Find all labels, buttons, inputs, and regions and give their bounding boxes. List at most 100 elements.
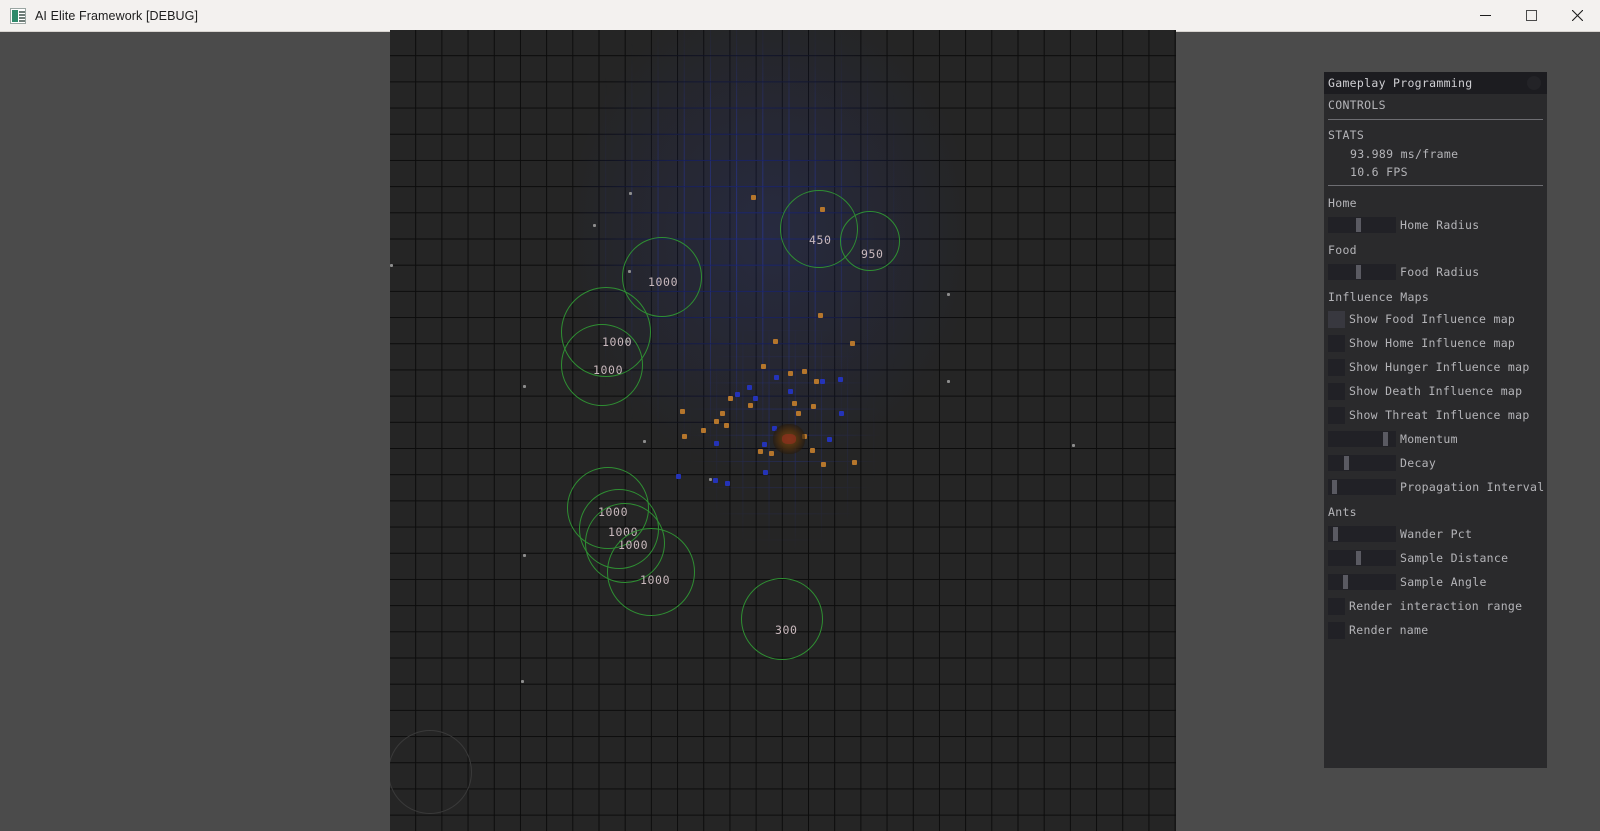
window-titlebar: AI Elite Framework [DEBUG] (0, 0, 1600, 32)
checkbox-show-threat-influence-map[interactable] (1328, 406, 1345, 424)
slider-label: Sample Angle (1400, 575, 1487, 589)
agent-worker (852, 460, 857, 465)
slider-home-radius[interactable] (1328, 217, 1396, 233)
agent-worker (714, 419, 719, 424)
slider-row: Food Radius (1328, 260, 1547, 284)
agent-blue (713, 478, 718, 483)
slider-handle[interactable] (1356, 265, 1362, 279)
checkbox-show-hunger-influence-map[interactable] (1328, 358, 1345, 376)
agent-spark (523, 385, 526, 388)
close-icon[interactable] (1554, 0, 1600, 32)
agent-worker (680, 409, 685, 414)
agent-blue (753, 396, 758, 401)
slider-handle[interactable] (1344, 456, 1350, 470)
section-header: Influence Maps (1328, 290, 1430, 304)
slider-sample-distance[interactable] (1328, 550, 1396, 566)
checkbox-show-death-influence-map[interactable] (1328, 382, 1345, 400)
agent-worker (820, 207, 825, 212)
divider-stats (1328, 185, 1543, 186)
slider-handle[interactable] (1383, 432, 1389, 446)
collapse-icon[interactable] (1527, 76, 1541, 90)
panel-titlebar[interactable]: Gameplay Programming (1324, 72, 1547, 94)
slider-handle[interactable] (1356, 218, 1362, 232)
agent-spark (593, 224, 596, 227)
minimize-icon[interactable] (1462, 0, 1508, 32)
agent-blue (820, 379, 825, 384)
app-background: 450 950 1000 1000 1000 1000 1000 1000 1000 300 Ga… (0, 30, 1600, 831)
checkbox-label: Show Hunger Influence map (1349, 360, 1530, 374)
section-header: Home (1328, 196, 1357, 210)
checkbox-render-name[interactable] (1328, 621, 1345, 639)
agent-blue (676, 474, 681, 479)
checkbox-label: Show Death Influence map (1349, 384, 1523, 398)
range-circle-label: 1000 (640, 573, 671, 587)
agent-blue (788, 389, 793, 394)
agent-worker (761, 364, 766, 369)
section-header: Food (1328, 243, 1357, 257)
checkbox-label: Render interaction range (1349, 599, 1523, 613)
agent-worker (818, 313, 823, 318)
agent-spark (390, 264, 393, 267)
agent-worker (701, 428, 706, 433)
slider-handle[interactable] (1331, 480, 1337, 494)
agent-blue (839, 411, 844, 416)
agent-worker (751, 195, 756, 200)
range-circle (741, 578, 823, 660)
slider-handle[interactable] (1333, 527, 1339, 541)
checkbox-row[interactable]: Show Threat Influence map (1328, 403, 1547, 427)
app-icon (10, 7, 26, 24)
slider-label: Decay (1400, 456, 1437, 470)
agent-worker (811, 404, 816, 409)
slider-food-radius[interactable] (1328, 264, 1396, 280)
controls-label: CONTROLS (1328, 98, 1386, 112)
agent-blue (762, 442, 767, 447)
slider-row: Sample Distance (1328, 546, 1547, 570)
slider-decay[interactable] (1328, 455, 1396, 471)
agent-worker (728, 396, 733, 401)
agent-spark (947, 380, 950, 383)
checkbox-label: Show Food Influence map (1349, 312, 1516, 326)
checkbox-row[interactable]: Render interaction range (1328, 594, 1547, 618)
window-controls (1462, 0, 1600, 32)
checkbox-render-interaction-range[interactable] (1328, 597, 1345, 615)
agent-worker (773, 339, 778, 344)
control-sections: Home Home Radius Food Food Radius Influence … (1328, 190, 1547, 642)
agent-worker (748, 403, 753, 408)
checkbox-row[interactable]: Show Death Influence map (1328, 379, 1547, 403)
slider-label: Food Radius (1400, 265, 1480, 279)
debug-panel[interactable]: Gameplay Programming CONTROLS STATS 93.9… (1324, 72, 1547, 768)
slider-label: Momentum (1400, 432, 1458, 446)
simulation-viewport[interactable]: 450 950 1000 1000 1000 1000 1000 1000 1000 300 (390, 30, 1176, 831)
slider-sample-angle[interactable] (1328, 574, 1396, 590)
agent-worker (720, 411, 725, 416)
agent-worker (850, 341, 855, 346)
checkbox-row[interactable]: Show Home Influence map (1328, 331, 1547, 355)
agent-blue (725, 481, 730, 486)
agent-blue (763, 470, 768, 475)
agent-worker (788, 371, 793, 376)
checkbox-row[interactable]: Render name (1328, 618, 1547, 642)
slider-label: Wander Pct (1400, 527, 1473, 541)
maximize-icon[interactable] (1508, 0, 1554, 32)
checkbox-show-food-influence-map[interactable] (1328, 310, 1345, 328)
checkbox-row[interactable]: Show Hunger Influence map (1328, 355, 1547, 379)
agent-worker (821, 462, 826, 467)
checkbox-show-home-influence-map[interactable] (1328, 334, 1345, 352)
range-circle (607, 528, 695, 616)
agent-worker (802, 369, 807, 374)
agent-spark (625, 340, 628, 343)
slider-propagation-interval[interactable] (1328, 479, 1396, 495)
range-circle-label: 1000 (648, 275, 679, 289)
checkbox-label: Render name (1349, 623, 1429, 637)
range-circle-label: 1000 (593, 363, 624, 377)
slider-wander-pct[interactable] (1328, 526, 1396, 542)
agent-spark (709, 478, 712, 481)
checkbox-row[interactable]: Show Food Influence map (1328, 307, 1547, 331)
slider-handle[interactable] (1343, 575, 1349, 589)
slider-handle[interactable] (1356, 551, 1362, 565)
slider-momentum[interactable] (1328, 431, 1396, 447)
section-header: Ants (1328, 505, 1357, 519)
agent-worker (796, 411, 801, 416)
agent-blue (735, 392, 740, 397)
agent-worker (814, 379, 819, 384)
